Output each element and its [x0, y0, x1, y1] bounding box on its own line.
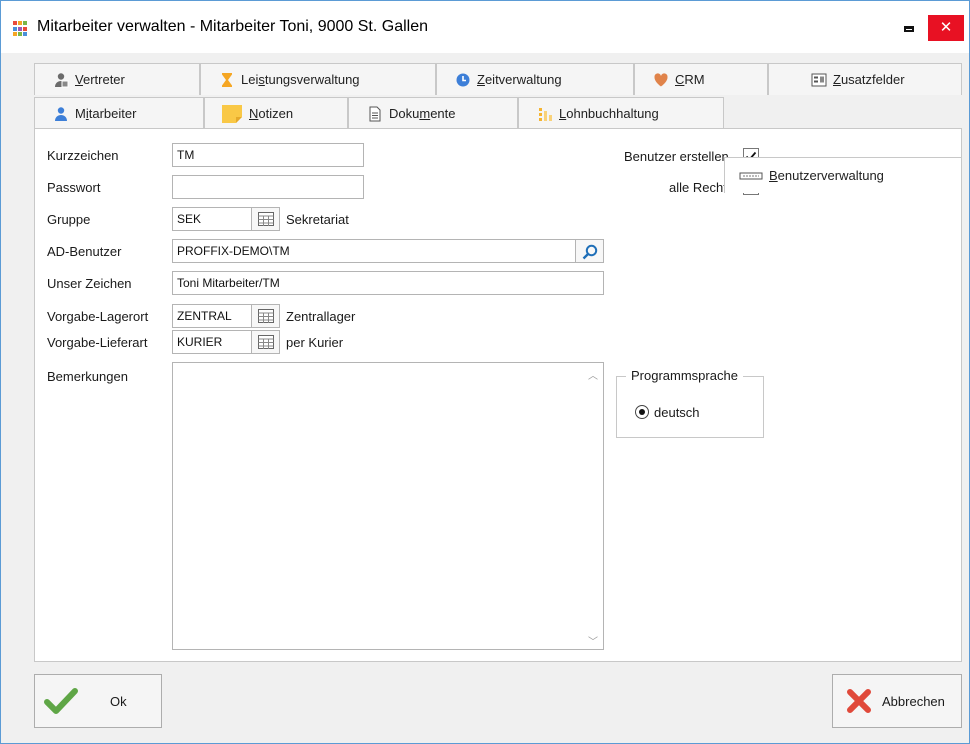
- payroll-icon: [537, 106, 553, 122]
- tab-benutzerverwaltung[interactable]: Benutzerverwaltung: [724, 157, 962, 193]
- benutzer-erstellen-label: Benutzer erstellen: [624, 149, 729, 164]
- bemerkungen-textarea[interactable]: ︿ ﹀: [172, 362, 604, 650]
- gruppe-input[interactable]: SEK: [172, 207, 252, 231]
- lagerort-lookup-button[interactable]: [252, 304, 280, 328]
- scroll-down-icon[interactable]: ﹀: [587, 633, 599, 648]
- lieferart-label: Vorgabe-Lieferart: [47, 335, 148, 350]
- programmsprache-group: Programmsprache deutsch: [616, 368, 764, 438]
- deutsch-radio-label: deutsch: [654, 405, 700, 420]
- table-grid-icon: [258, 212, 274, 226]
- gruppe-lookup-button[interactable]: [252, 207, 280, 231]
- note-icon: [221, 104, 243, 124]
- close-button[interactable]: ✕: [928, 15, 964, 41]
- ad-benutzer-input[interactable]: PROFFIX-DEMO\TM: [172, 239, 576, 263]
- tab-label: CRM: [675, 72, 705, 87]
- person-gray-icon: [53, 72, 69, 88]
- tab-notizen[interactable]: Notizen: [204, 97, 348, 129]
- lagerort-label: Vorgabe-Lagerort: [47, 309, 149, 324]
- lieferart-input[interactable]: KURIER: [172, 330, 252, 354]
- person-blue-icon: [53, 106, 69, 122]
- lagerort-description: Zentrallager: [286, 309, 356, 324]
- tab-label: Notizen: [249, 106, 294, 121]
- tab-zusatzfelder[interactable]: Zusatzfelder: [768, 63, 962, 95]
- unser-zeichen-input[interactable]: Toni Mitarbeiter/TM: [172, 271, 604, 295]
- minimize-button[interactable]: [893, 15, 925, 41]
- table-grid-icon: [258, 309, 274, 323]
- cancel-x-icon: [845, 687, 873, 715]
- tab-strip: Vertreter Leistungsverwaltung Zeitverwal…: [34, 63, 962, 193]
- tab-label: Leistungsverwaltung: [241, 72, 360, 87]
- document-icon: [367, 106, 383, 122]
- lieferart-description: per Kurier: [286, 335, 344, 350]
- deutsch-radio[interactable]: [635, 405, 649, 419]
- tab-vertreter[interactable]: Vertreter: [34, 63, 200, 95]
- tab-label: Zusatzfelder: [833, 72, 905, 87]
- app-grid-icon: [13, 21, 29, 37]
- tab-mitarbeiter[interactable]: Mitarbeiter: [34, 97, 204, 129]
- tab-label: Vertreter: [75, 72, 125, 87]
- extra-fields-icon: [811, 72, 827, 88]
- clock-icon: [455, 72, 471, 88]
- tab-zeitverwaltung[interactable]: Zeitverwaltung: [436, 63, 634, 95]
- ad-search-button[interactable]: [576, 239, 604, 263]
- benutzerverwaltung-panel: Kurzzeichen TM Passwort Gruppe SEK Sekre…: [34, 128, 962, 662]
- tab-label: Lohnbuchhaltung: [559, 106, 659, 121]
- kurzzeichen-input[interactable]: TM: [172, 143, 364, 167]
- passwort-input[interactable]: [172, 175, 364, 199]
- tab-crm[interactable]: CRM: [634, 63, 768, 95]
- tab-label: Benutzerverwaltung: [769, 168, 884, 183]
- scroll-up-icon[interactable]: ︿: [587, 367, 599, 382]
- programmsprache-legend: Programmsprache: [626, 368, 743, 383]
- title-bar[interactable]: Mitarbeiter verwalten - Mitarbeiter Toni…: [1, 1, 969, 53]
- tab-label: Dokumente: [389, 106, 456, 121]
- window-title: Mitarbeiter verwalten - Mitarbeiter Toni…: [37, 18, 428, 35]
- tab-label: Mitarbeiter: [75, 106, 137, 121]
- gruppe-label: Gruppe: [47, 212, 91, 227]
- gruppe-description: Sekretariat: [286, 212, 349, 227]
- hourglass-icon: [219, 72, 235, 88]
- table-grid-icon: [258, 335, 274, 349]
- ok-label: Ok: [110, 693, 127, 709]
- cancel-button[interactable]: Abbrechen: [832, 674, 962, 728]
- tab-leistungsverwaltung[interactable]: Leistungsverwaltung: [200, 63, 436, 95]
- dialog-window: Mitarbeiter verwalten - Mitarbeiter Toni…: [0, 0, 970, 744]
- ok-button[interactable]: Ok: [34, 674, 162, 728]
- ad-benutzer-label: AD-Benutzer: [47, 244, 122, 259]
- unser-zeichen-label: Unser Zeichen: [47, 276, 132, 291]
- lagerort-input[interactable]: ZENTRAL: [172, 304, 252, 328]
- lieferart-lookup-button[interactable]: [252, 330, 280, 354]
- kurzzeichen-label: Kurzzeichen: [47, 148, 119, 163]
- heart-icon: [653, 72, 669, 88]
- tab-dokumente[interactable]: Dokumente: [348, 97, 518, 129]
- tab-label: Zeitverwaltung: [477, 72, 562, 87]
- tab-lohnbuchhaltung[interactable]: Lohnbuchhaltung: [518, 97, 724, 129]
- passwort-label: Passwort: [47, 180, 101, 195]
- bemerkungen-label: Bemerkungen: [47, 369, 128, 384]
- search-icon: [582, 244, 598, 260]
- cancel-label: Abbrechen: [882, 693, 945, 709]
- checkmark-green-icon: [44, 686, 78, 716]
- keyboard-icon: [739, 168, 763, 184]
